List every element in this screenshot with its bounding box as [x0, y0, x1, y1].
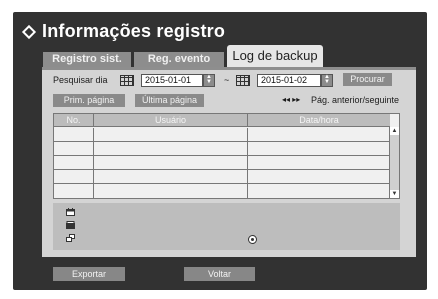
tab-reg-evento[interactable]: Reg. evento	[134, 52, 224, 67]
last-page-button[interactable]: Última página	[135, 94, 204, 107]
date-range-separator: ~	[224, 75, 230, 85]
scroll-down-arrow-icon[interactable]: ▼	[390, 190, 399, 198]
end-date-spinner[interactable]: ▲ ▼	[321, 74, 333, 87]
start-date-field[interactable]: 2015-01-01	[141, 74, 203, 87]
play-icon[interactable]	[248, 235, 257, 244]
table-row[interactable]	[54, 156, 390, 170]
title-bar: Informações registro	[20, 21, 225, 42]
page-title: Informações registro	[42, 21, 226, 41]
calendar-date-icon	[66, 208, 75, 216]
table-row[interactable]	[54, 128, 390, 142]
search-day-label: Pesquisar dia	[53, 75, 108, 85]
prev-next-page-label: Pág. anterior/seguinte	[311, 95, 400, 105]
table-row[interactable]	[54, 184, 390, 198]
backup-log-table: No. Usuário Data/hora ▲ ▼	[53, 113, 400, 199]
calendar-icon[interactable]	[236, 75, 250, 86]
table-row[interactable]	[54, 142, 390, 156]
calendar-icon[interactable]	[120, 75, 134, 86]
end-date-field[interactable]: 2015-01-02	[257, 74, 321, 87]
start-date-spinner[interactable]: ▲ ▼	[203, 74, 215, 87]
search-button[interactable]: Procurar	[343, 73, 392, 86]
back-button[interactable]: Voltar	[184, 267, 255, 281]
table-header: No. Usuário Data/hora	[54, 114, 390, 127]
column-header-user: Usuário	[94, 114, 248, 126]
export-button[interactable]: Exportar	[53, 267, 125, 281]
table-row[interactable]	[54, 170, 390, 184]
diamond-icon	[21, 24, 37, 39]
tab-log-de-backup[interactable]: Log de backup	[227, 45, 323, 67]
camera-channels-icon	[66, 234, 75, 242]
column-header-no: No.	[54, 114, 94, 126]
tab-registro-sist[interactable]: Registro sist.	[43, 52, 131, 67]
column-header-datetime: Data/hora	[299, 115, 339, 125]
table-scrollbar[interactable]: ▲ ▼	[389, 127, 399, 198]
scroll-up-arrow-icon[interactable]: ▲	[390, 127, 399, 135]
first-page-button[interactable]: Prim. página	[53, 94, 125, 107]
storage-device-icon	[66, 221, 75, 229]
prev-next-arrows-icon[interactable]: ◂◂ ▸▸	[282, 95, 300, 104]
backup-info-area	[53, 203, 400, 250]
